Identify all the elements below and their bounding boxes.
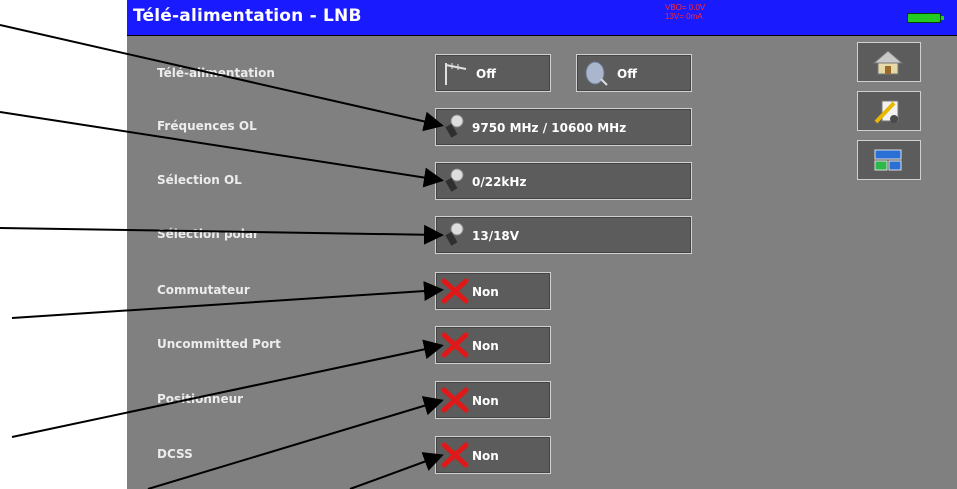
annotation-arrow xyxy=(147,396,444,489)
annotation-arrow xyxy=(0,224,444,245)
annotation-arrow xyxy=(11,281,444,319)
annotation-arrow xyxy=(0,111,444,188)
annotation-arrow xyxy=(11,339,444,438)
annotation-arrow xyxy=(349,452,444,489)
annotation-arrow xyxy=(0,24,444,132)
annotation-arrows xyxy=(0,24,444,489)
